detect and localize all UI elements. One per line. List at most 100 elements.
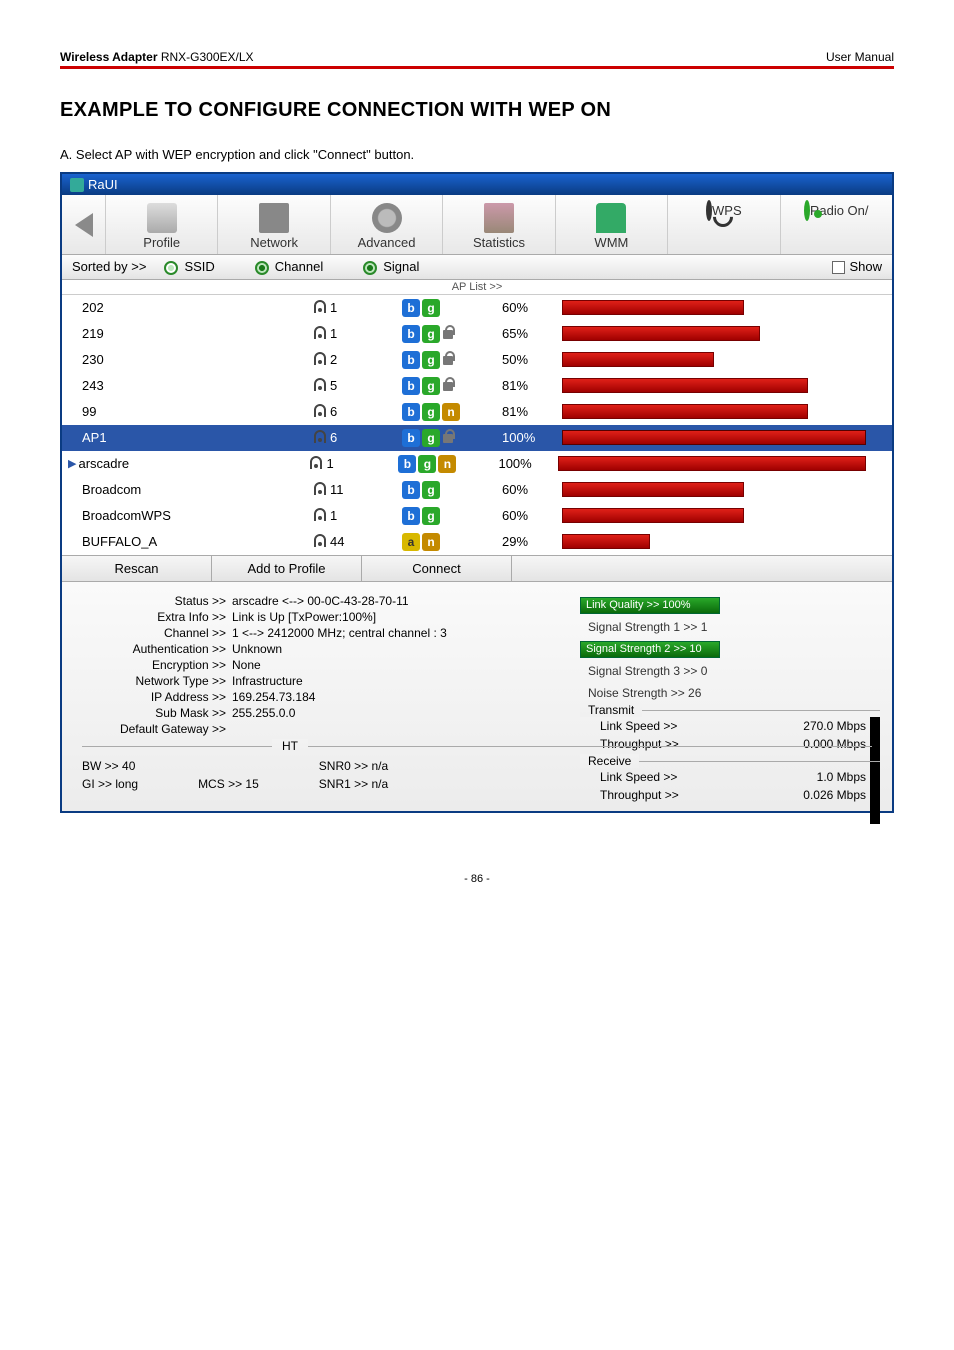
- auth-key: Authentication >>: [82, 642, 232, 656]
- mode-badge-a: a: [402, 533, 420, 551]
- tab-radio[interactable]: Radio On/: [781, 195, 892, 254]
- step-a-text: A. Select AP with WEP encryption and cli…: [60, 147, 894, 162]
- ap-signal-bar: [562, 378, 808, 393]
- tab-wmm-label: WMM: [594, 235, 628, 250]
- ap-signal: 81%: [502, 378, 562, 393]
- ap-signal-bar-wrap: [562, 482, 882, 497]
- gw-key: Default Gateway >>: [82, 722, 232, 736]
- tab-statistics-label: Statistics: [473, 235, 525, 250]
- sort-channel[interactable]: Channel: [255, 259, 323, 275]
- ap-signal-bar: [562, 326, 760, 341]
- extra-value: Link is Up [TxPower:100%]: [232, 610, 376, 624]
- ap-channel: 11: [312, 482, 402, 498]
- sort-signal[interactable]: Signal: [363, 259, 419, 275]
- ap-signal-bar-wrap: [562, 534, 882, 549]
- ap-signal-bar-wrap: [562, 352, 882, 367]
- ap-row[interactable]: Broadcom11bg60%: [62, 477, 892, 503]
- tab-network[interactable]: Network: [218, 195, 330, 254]
- ap-modes: bg: [402, 481, 502, 499]
- mode-badge-g: g: [422, 377, 440, 395]
- tab-profile-label: Profile: [143, 235, 180, 250]
- mode-badge-g: g: [422, 429, 440, 447]
- ap-row[interactable]: 2021bg60%: [62, 295, 892, 321]
- ap-ssid: BroadcomWPS: [82, 508, 312, 523]
- ap-ssid: 243: [82, 378, 312, 393]
- sort-label: Sorted by >>: [72, 259, 146, 274]
- tab-statistics[interactable]: Statistics: [443, 195, 555, 254]
- nettype-key: Network Type >>: [82, 674, 232, 688]
- product-label: Wireless Adapter: [60, 50, 157, 64]
- show-label: Show: [849, 259, 882, 274]
- wmm-icon: [596, 203, 626, 233]
- ap-row[interactable]: AP16bg100%: [62, 425, 892, 451]
- sort-ssid[interactable]: SSID: [164, 259, 214, 275]
- ap-row[interactable]: 2302bg50%: [62, 347, 892, 373]
- gi-value: long: [115, 777, 138, 791]
- tab-wmm[interactable]: WMM: [556, 195, 668, 254]
- main-toolbar: Profile Network Advanced Statistics WMM …: [62, 195, 892, 255]
- tab-wps[interactable]: WPS: [668, 195, 780, 254]
- ap-signal: 50%: [502, 352, 562, 367]
- lock-icon: [442, 429, 456, 445]
- ap-ssid: 230: [82, 352, 312, 367]
- bw-value: 40: [122, 759, 135, 773]
- ap-ssid: 219: [82, 326, 312, 341]
- ap-signal-bar-wrap: [562, 300, 882, 315]
- ip-key: IP Address >>: [82, 690, 232, 704]
- ap-ssid: Broadcom: [82, 482, 312, 497]
- snr0-value: n/a: [371, 759, 388, 773]
- ap-ssid: AP1: [82, 430, 312, 445]
- mode-badge-g: g: [422, 325, 440, 343]
- enc-value: None: [232, 658, 261, 672]
- auth-value: Unknown: [232, 642, 282, 656]
- ap-row[interactable]: BUFFALO_A44an29%: [62, 529, 892, 555]
- ap-row[interactable]: 2191bg65%: [62, 321, 892, 347]
- ap-signal: 60%: [502, 300, 562, 315]
- mode-badge-g: g: [418, 455, 436, 473]
- ht-box: HT BW >> 40 GI >> long MCS >> 15 SNR0 >>…: [82, 746, 872, 795]
- status-value: arscadre <--> 00-0C-43-28-70-11: [232, 594, 409, 608]
- ap-row[interactable]: 996bgn81%: [62, 399, 892, 425]
- nettype-value: Infrastructure: [232, 674, 303, 688]
- ap-signal: 60%: [502, 508, 562, 523]
- ap-modes: bgn: [398, 455, 498, 473]
- sort-ssid-label: SSID: [184, 259, 214, 274]
- ap-modes: an: [402, 533, 502, 551]
- mode-badge-b: b: [402, 351, 420, 369]
- show-checkbox[interactable]: Show: [832, 259, 882, 274]
- tab-advanced[interactable]: Advanced: [331, 195, 443, 254]
- rescan-button[interactable]: Rescan: [62, 556, 212, 581]
- mode-badge-g: g: [422, 481, 440, 499]
- mode-badge-b: b: [402, 377, 420, 395]
- ap-action-bar: Rescan Add to Profile Connect: [62, 555, 892, 582]
- tab-network-label: Network: [250, 235, 298, 250]
- ap-channel: 44: [312, 534, 402, 550]
- tx-linkspeed-value: 270.0 Mbps: [803, 719, 866, 733]
- ap-channel: 1: [312, 300, 402, 316]
- radio-icon: [164, 261, 178, 275]
- mode-badge-b: b: [402, 481, 420, 499]
- ap-channel: 1: [312, 326, 402, 342]
- ap-signal: 100%: [502, 430, 562, 445]
- back-button[interactable]: [62, 195, 106, 254]
- mode-badge-b: b: [402, 507, 420, 525]
- wps-icon: [706, 200, 712, 221]
- page-number: - 86 -: [60, 873, 894, 885]
- tab-profile[interactable]: Profile: [106, 195, 218, 254]
- lock-icon: [442, 325, 456, 341]
- ap-signal-bar: [562, 534, 650, 549]
- link-quality-text: Link Quality >> 100%: [580, 597, 720, 614]
- ap-row[interactable]: BroadcomWPS1bg60%: [62, 503, 892, 529]
- ap-modes: bg: [402, 299, 502, 317]
- mask-key: Sub Mask >>: [82, 706, 232, 720]
- add-to-profile-button[interactable]: Add to Profile: [212, 556, 362, 581]
- ap-row[interactable]: arscadre1bgn100%: [62, 451, 892, 477]
- ap-modes: bg: [402, 351, 502, 369]
- ap-row[interactable]: 2435bg81%: [62, 373, 892, 399]
- window-titlebar: RaUI: [62, 174, 892, 195]
- snr1-value: n/a: [371, 777, 388, 791]
- connect-button[interactable]: Connect: [362, 556, 512, 581]
- product-model: RNX-G300EX/LX: [161, 50, 254, 64]
- mode-badge-b: b: [402, 403, 420, 421]
- signal2-text: Signal Strength 2 >> 10: [580, 641, 720, 658]
